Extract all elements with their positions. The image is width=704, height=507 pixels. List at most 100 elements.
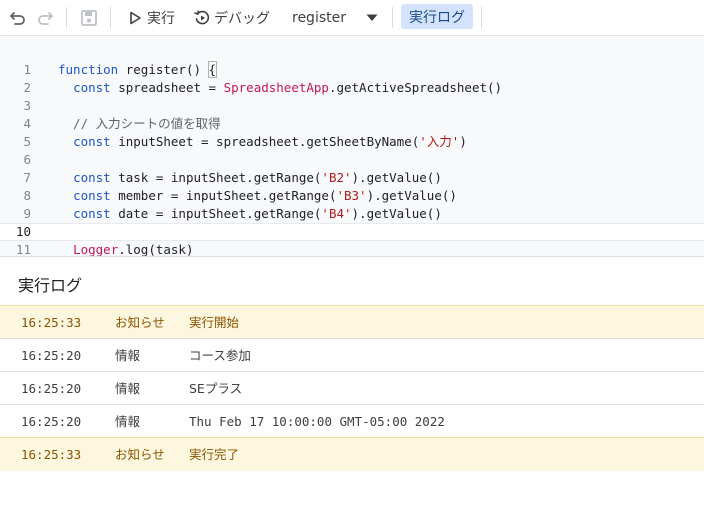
log-time: 16:25:33 (21, 315, 82, 330)
code-token: ).getValue() (366, 188, 457, 203)
code-token: const (73, 206, 111, 221)
code-text: const spreadsheet = SpreadsheetApp.getAc… (58, 79, 502, 97)
code-token: const (73, 80, 111, 95)
code-token: const (73, 170, 111, 185)
code-line[interactable]: 10 (0, 223, 704, 241)
code-token: '入力' (419, 134, 460, 149)
code-token: SpreadsheetApp (223, 80, 329, 95)
code-token: member = inputSheet.getRange( (110, 188, 337, 203)
code-line[interactable]: 7 const task = inputSheet.getRange('B2')… (0, 169, 704, 187)
code-token: const (73, 134, 111, 149)
code-token: // 入力シートの値を取得 (58, 116, 221, 131)
log-message: SEプラス (189, 381, 243, 396)
line-number: 1 (23, 62, 31, 77)
log-message: 実行開始 (189, 315, 240, 330)
log-row-notice: 16:25:33 お知らせ 実行開始 (0, 305, 704, 339)
line-number: 5 (23, 134, 31, 149)
code-editor[interactable]: 1 function register() {2 const spreadshee… (0, 36, 704, 256)
save-button[interactable] (78, 0, 100, 35)
line-number: 7 (23, 170, 31, 185)
code-line[interactable]: 11 Logger.log(task) (0, 241, 704, 256)
play-icon (130, 11, 141, 24)
line-number: 11 (15, 242, 31, 256)
log-time: 16:25:20 (21, 348, 82, 363)
function-dropdown-toggle[interactable] (366, 0, 378, 35)
code-line[interactable]: 6 (0, 151, 704, 169)
run-label: 実行 (147, 10, 175, 27)
execution-log-label: 実行ログ (409, 9, 465, 26)
code-token: register() (118, 62, 209, 77)
code-token: inputSheet = spreadsheet.getSheetByName( (110, 134, 420, 149)
code-token: function (58, 62, 119, 77)
execution-log-button[interactable]: 実行ログ (401, 4, 473, 29)
code-token: spreadsheet = (110, 80, 224, 95)
log-row-info: 16:25:20 情報 Thu Feb 17 10:00:00 GMT-05:00 … (0, 404, 704, 438)
line-number: 9 (23, 206, 31, 221)
line-number: 2 (23, 80, 31, 95)
execution-log-panel: 実行ログ 16:25:33 お知らせ 実行開始 16:25:20 情報 コース参加 16:2… (0, 256, 704, 507)
function-select[interactable]: register (292, 0, 346, 35)
code-token: task = inputSheet.getRange( (110, 170, 322, 185)
log-row-info: 16:25:20 情報 SEプラス (0, 371, 704, 405)
log-level: 情報 (115, 414, 141, 429)
log-message: Thu Feb 17 10:00:00 GMT-05:00 2022 (189, 414, 445, 429)
code-line[interactable]: 2 const spreadsheet = SpreadsheetApp.get… (0, 79, 704, 97)
code-text: Logger.log(task) (58, 241, 193, 256)
line-number: 8 (23, 188, 31, 203)
debug-label: デバッグ (214, 10, 270, 27)
code-text: function register() { (58, 61, 218, 79)
code-token: 'B2' (321, 170, 352, 185)
code-token: { (207, 61, 218, 78)
code-token: date = inputSheet.getRange( (110, 206, 322, 221)
code-line[interactable]: 3 (0, 97, 704, 115)
redo-icon (38, 11, 53, 25)
toolbar-divider (110, 7, 111, 28)
dropdown-arrow-icon (366, 14, 378, 21)
line-number: 4 (23, 116, 31, 131)
save-icon (81, 9, 97, 26)
code-line[interactable]: 1 function register() { (0, 61, 704, 79)
code-token: 'B3' (336, 188, 367, 203)
log-level: 情報 (115, 348, 141, 363)
toolbar: 実行 デバッグ register 実行ログ (0, 0, 704, 36)
code-line[interactable]: 5 const inputSheet = spreadsheet.getShee… (0, 133, 704, 151)
function-select-value: register (292, 9, 346, 26)
log-level: お知らせ (115, 315, 165, 330)
undo-button[interactable] (7, 0, 29, 35)
toolbar-divider (481, 7, 482, 28)
run-button[interactable]: 実行 (128, 0, 175, 35)
code-line[interactable]: 9 const date = inputSheet.getRange('B4')… (0, 205, 704, 223)
line-number: 6 (23, 152, 31, 167)
log-panel-title: 実行ログ (18, 276, 83, 295)
undo-icon (10, 11, 25, 25)
log-row-notice: 16:25:33 お知らせ 実行完了 (0, 437, 704, 471)
code-text: const inputSheet = spreadsheet.getSheetB… (58, 133, 467, 151)
log-time: 16:25:20 (21, 381, 82, 396)
code-token: Logger (73, 242, 119, 256)
log-level: お知らせ (115, 447, 165, 462)
log-row-info: 16:25:20 情報 コース参加 (0, 338, 704, 372)
code-token: ) (459, 134, 467, 149)
code-line[interactable]: 8 const member = inputSheet.getRange('B3… (0, 187, 704, 205)
line-number: 3 (23, 98, 31, 113)
log-time: 16:25:20 (21, 414, 82, 429)
log-message: 実行完了 (189, 447, 240, 462)
debug-button[interactable]: デバッグ (194, 0, 270, 35)
code-token: .log(task) (118, 242, 194, 256)
code-text: const date = inputSheet.getRange('B4').g… (58, 205, 442, 223)
line-number: 10 (15, 224, 31, 239)
code-token: .getActiveSpreadsheet() (328, 80, 503, 95)
code-token: 'B4' (321, 206, 352, 221)
code-text: const task = inputSheet.getRange('B2').g… (58, 169, 442, 187)
code-token: ).getValue() (351, 206, 442, 221)
code-line[interactable]: 4 // 入力シートの値を取得 (0, 115, 704, 133)
code-token: ).getValue() (351, 170, 442, 185)
log-level: 情報 (115, 381, 141, 396)
toolbar-divider (66, 7, 67, 28)
redo-button[interactable] (34, 0, 56, 35)
